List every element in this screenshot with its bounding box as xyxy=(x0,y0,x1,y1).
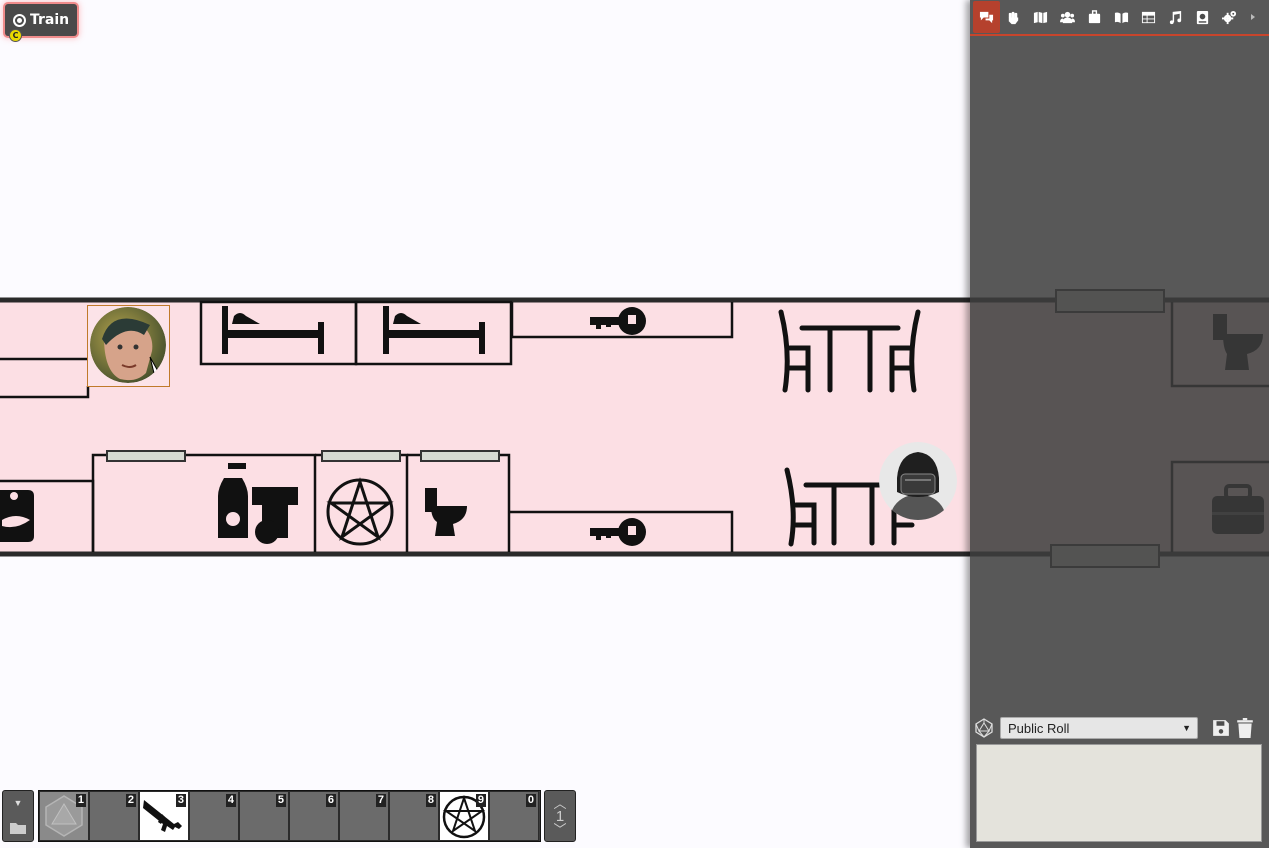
atlas-icon xyxy=(1196,10,1209,24)
macro-slot-number: 2 xyxy=(125,794,136,807)
macro-directory-controls: ▼ xyxy=(2,790,34,842)
tab-items[interactable] xyxy=(1081,3,1108,31)
macro-slot-number: 0 xyxy=(525,794,536,807)
macro-slot-1[interactable]: 1 xyxy=(39,791,89,841)
cogs-icon xyxy=(1222,10,1237,24)
dropdown-arrow-icon: ▼ xyxy=(1182,723,1191,733)
tab-compendium[interactable] xyxy=(1189,3,1216,31)
macro-slot-number: 5 xyxy=(275,794,286,807)
macro-slot-number: 9 xyxy=(475,794,486,807)
music-icon xyxy=(1169,10,1182,24)
macro-slot-number: 4 xyxy=(225,794,236,807)
collapse-sidebar-button[interactable] xyxy=(1243,3,1263,31)
tab-actors[interactable] xyxy=(1054,3,1081,31)
macro-hotbar: 1 2 3 4 5 6 7 8 9 0 xyxy=(38,790,541,842)
d20-icon[interactable] xyxy=(974,718,994,738)
folder-icon[interactable] xyxy=(10,822,26,834)
macro-slot-7[interactable]: 7 xyxy=(339,791,389,841)
scene-nav-train[interactable]: Train C xyxy=(5,4,78,42)
macro-slot-number: 1 xyxy=(75,794,86,807)
sidebar: Public Roll ▼ xyxy=(970,0,1269,848)
roll-mode-value: Public Roll xyxy=(1008,720,1070,736)
macro-slot-2[interactable]: 2 xyxy=(89,791,139,841)
chat-controls: Public Roll ▼ xyxy=(974,715,1264,741)
save-icon[interactable] xyxy=(1212,719,1230,737)
caret-down-icon[interactable]: ▼ xyxy=(14,798,23,808)
sidebar-tabs xyxy=(970,0,1269,36)
map-icon xyxy=(1033,11,1048,23)
macro-slot-8[interactable]: 8 xyxy=(389,791,439,841)
trash-icon[interactable] xyxy=(1236,718,1254,738)
macro-slot-9[interactable]: 9 xyxy=(439,791,489,841)
tab-scenes[interactable] xyxy=(1027,3,1054,31)
macro-slot-4[interactable]: 4 xyxy=(189,791,239,841)
bullseye-icon xyxy=(13,13,26,27)
fist-icon xyxy=(1008,11,1019,24)
tab-chat[interactable] xyxy=(973,1,1000,33)
macro-slot-5[interactable]: 5 xyxy=(239,791,289,841)
hotbar-page-control: ︿ 1 ﹀ xyxy=(544,790,576,842)
scene-label: Train xyxy=(30,12,70,28)
chat-bubbles-icon xyxy=(979,11,994,23)
macro-slot-number: 6 xyxy=(325,794,336,807)
macro-slot-6[interactable]: 6 xyxy=(289,791,339,841)
macro-slot-number: 3 xyxy=(175,794,186,807)
table-icon xyxy=(1141,11,1156,23)
scene-canvas[interactable] xyxy=(0,0,1269,848)
page-down-icon[interactable]: ﹀ xyxy=(553,823,566,836)
tab-tables[interactable] xyxy=(1135,3,1162,31)
suitcase-icon xyxy=(1088,9,1101,23)
users-icon xyxy=(1060,11,1075,23)
npc-token-riot-guard[interactable] xyxy=(879,442,957,520)
player-token-portrait[interactable] xyxy=(90,307,166,383)
hotbar-page-number: 1 xyxy=(555,807,565,825)
macro-slot-number: 7 xyxy=(375,794,386,807)
tab-journal[interactable] xyxy=(1108,3,1135,31)
tab-combat[interactable] xyxy=(1000,3,1027,31)
caret-right-icon xyxy=(1251,14,1255,20)
macro-slot-number: 8 xyxy=(425,794,436,807)
macro-slot-3[interactable]: 3 xyxy=(139,791,189,841)
roll-mode-select[interactable]: Public Roll ▼ xyxy=(1000,717,1198,739)
tab-settings[interactable] xyxy=(1216,3,1243,31)
tab-playlists[interactable] xyxy=(1162,3,1189,31)
scene-user-badge: C xyxy=(9,29,22,42)
macro-slot-0[interactable]: 0 xyxy=(489,791,539,841)
book-open-icon xyxy=(1114,12,1129,23)
chat-message-input[interactable] xyxy=(976,744,1262,842)
